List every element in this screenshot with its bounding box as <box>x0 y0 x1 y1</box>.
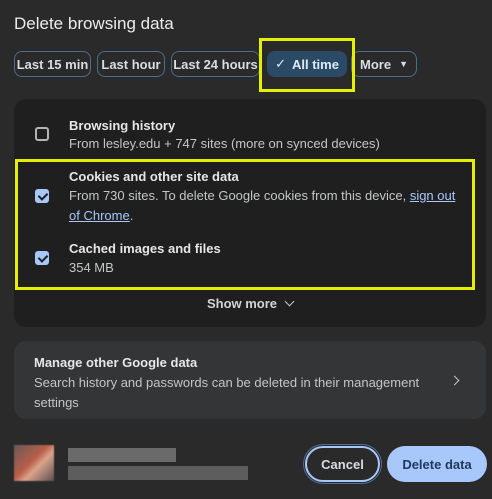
chip-label: Last 15 min <box>16 56 89 72</box>
chip-last-hour[interactable]: Last hour <box>97 51 165 77</box>
dialog-title: Delete browsing data <box>14 14 174 33</box>
account-email-redacted <box>68 466 248 480</box>
chip-more-dropdown[interactable]: More ▼ <box>351 51 417 77</box>
highlight-box-all-time <box>259 38 355 92</box>
manage-google-data-row[interactable]: Manage other Google data Search history … <box>14 341 486 419</box>
delete-data-button[interactable]: Delete data <box>387 446 487 482</box>
option-browsing-history[interactable]: Browsing history From lesley.edu + 747 s… <box>14 117 486 157</box>
chip-last-15-min[interactable]: Last 15 min <box>14 51 91 77</box>
chip-last-24-hours[interactable]: Last 24 hours <box>171 51 260 77</box>
show-more-label: Show more <box>206 296 278 311</box>
show-more-button[interactable]: Show more <box>14 296 486 311</box>
manage-description: Search history and passwords can be dele… <box>34 375 420 410</box>
avatar <box>14 445 54 481</box>
chip-label: Last hour <box>101 56 161 72</box>
chevron-right-icon <box>449 375 460 386</box>
chip-label: More <box>360 56 392 72</box>
option-title: Browsing history <box>69 118 176 133</box>
chip-label: Last 24 hours <box>173 56 258 72</box>
option-description: From lesley.edu + 747 sites (more on syn… <box>69 136 380 151</box>
cancel-button[interactable]: Cancel <box>305 446 380 482</box>
chevron-down-icon <box>284 296 295 307</box>
highlight-box-options <box>15 159 475 290</box>
caret-down-icon: ▼ <box>399 59 408 69</box>
browsing-history-checkbox[interactable] <box>35 127 49 141</box>
account-name-redacted <box>68 448 176 462</box>
manage-title: Manage other Google data <box>34 355 198 370</box>
